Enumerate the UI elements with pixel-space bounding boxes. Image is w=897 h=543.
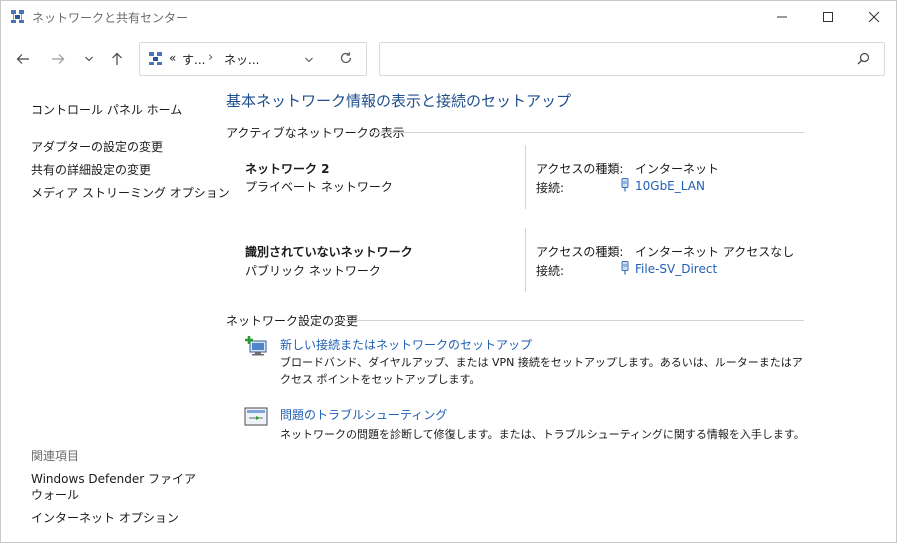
related-heading: 関連項目	[31, 449, 80, 463]
close-icon	[868, 11, 880, 23]
access-type-value: インターネット	[635, 162, 720, 176]
access-type-value: インターネット アクセスなし	[635, 245, 795, 259]
minimize-icon	[777, 16, 787, 18]
access-type-label: アクセスの種類:	[536, 162, 624, 176]
maximize-button[interactable]	[805, 1, 851, 33]
internet-options-link[interactable]: インターネット オプション	[31, 509, 179, 526]
column-divider	[525, 228, 526, 292]
network-type: プライベート ネットワーク	[245, 180, 393, 194]
refresh-icon	[340, 52, 352, 64]
ethernet-icon	[621, 261, 629, 275]
firewall-link[interactable]: Windows Defender ファイアウォール	[31, 471, 206, 503]
search-icon	[857, 52, 870, 65]
breadcrumb-overflow[interactable]: «	[169, 51, 176, 65]
ethernet-icon	[621, 178, 629, 192]
refresh-button[interactable]	[339, 51, 353, 68]
close-button[interactable]	[851, 1, 897, 33]
page-title: 基本ネットワーク情報の表示と接続のセットアップ	[226, 92, 572, 110]
network-name: 識別されていないネットワーク	[245, 245, 413, 259]
breadcrumb-item[interactable]: ネッ...	[224, 51, 259, 68]
troubleshoot-problems-description: ネットワークの問題を診断して修復します。または、トラブルシューティングに関する情…	[280, 428, 805, 441]
breadcrumb-item[interactable]: す...	[182, 51, 205, 68]
connection-link[interactable]: 10GbE_LAN	[635, 179, 705, 193]
media-streaming-options-link[interactable]: メディア ストリーミング オプション	[31, 184, 230, 201]
recent-locations-button[interactable]	[77, 47, 101, 71]
chevron-down-icon	[85, 56, 93, 62]
section-divider	[369, 132, 804, 133]
arrow-right-icon	[52, 54, 65, 64]
minimize-button[interactable]	[759, 1, 805, 33]
back-button[interactable]	[11, 47, 35, 71]
breadcrumb-separator[interactable]: ›	[208, 50, 213, 65]
setup-new-connection-link[interactable]: 新しい接続またはネットワークのセットアップ	[280, 336, 532, 353]
network-center-icon	[11, 10, 24, 23]
network-name: ネットワーク 2	[245, 162, 330, 176]
arrow-up-icon	[112, 52, 122, 65]
section-divider	[340, 320, 804, 321]
troubleshoot-problems-link[interactable]: 問題のトラブルシューティング	[280, 406, 447, 423]
connection-label: 接続:	[536, 264, 565, 278]
network-center-icon	[149, 52, 162, 65]
access-type-label: アクセスの種類:	[536, 245, 624, 259]
forward-button[interactable]	[46, 47, 70, 71]
new-connection-icon	[245, 336, 267, 356]
control-panel-home-link[interactable]: コントロール パネル ホーム	[31, 101, 182, 118]
window-title: ネットワークと共有センター	[32, 11, 189, 25]
up-button[interactable]	[105, 47, 129, 71]
maximize-icon	[823, 12, 833, 22]
title-bar: ネットワークと共有センター	[1, 1, 896, 33]
search-input[interactable]	[379, 42, 885, 76]
change-sharing-settings-link[interactable]: 共有の詳細設定の変更	[31, 161, 151, 178]
change-adapter-settings-link[interactable]: アダプターの設定の変更	[31, 138, 163, 155]
network-type: パブリック ネットワーク	[245, 264, 381, 278]
arrow-left-icon	[16, 54, 29, 64]
address-bar[interactable]: « す... › ネッ...	[139, 42, 367, 76]
column-divider	[525, 145, 526, 209]
address-dropdown-button[interactable]	[304, 53, 314, 67]
change-settings-heading: ネットワーク設定の変更	[226, 314, 359, 328]
chevron-down-icon	[305, 57, 313, 63]
connection-link[interactable]: File-SV_Direct	[635, 262, 717, 276]
troubleshoot-icon	[244, 407, 268, 426]
search-button[interactable]	[857, 52, 870, 68]
setup-new-connection-description: ブロードバンド、ダイヤルアップ、または VPN 接続をセットアップします。あるい…	[280, 356, 803, 386]
connection-label: 接続:	[536, 181, 565, 195]
window: ネットワークと共有センター « す... › ネッ... コントロール パネル …	[0, 0, 897, 543]
